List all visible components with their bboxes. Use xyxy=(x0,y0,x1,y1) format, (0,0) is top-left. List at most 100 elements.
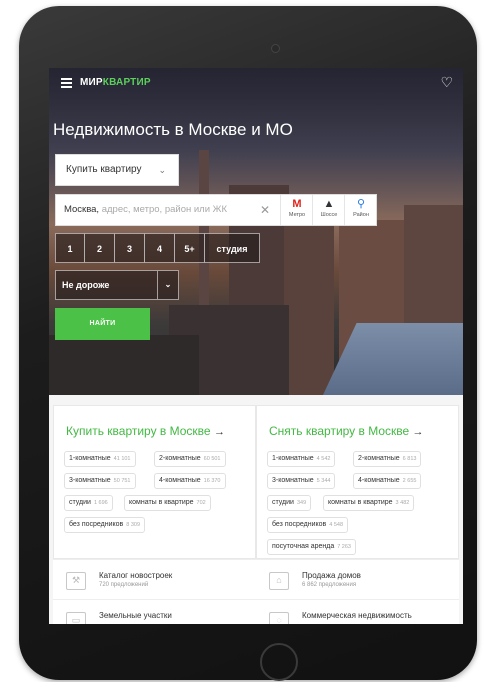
arrow-right-icon: → xyxy=(412,426,424,438)
room-option-studio[interactable]: студия xyxy=(204,233,260,263)
chip-label: студии xyxy=(272,499,294,506)
highway-icon: ▲ xyxy=(323,198,335,210)
room-option-1[interactable]: 1 xyxy=(55,233,85,263)
rent-chip-no-agents[interactable]: без посредников 4 548 xyxy=(267,517,349,533)
chip-count: 349 xyxy=(296,500,307,506)
rent-card-title[interactable]: Снять квартиру в Москве → xyxy=(269,424,424,438)
chip-label: 2-комнатные xyxy=(159,455,201,462)
chevron-down-icon: ⌄ xyxy=(158,165,166,175)
deal-type-select[interactable]: Купить квартиру ⌄ xyxy=(55,154,179,186)
rent-chip-rooms[interactable]: комнаты в квартире 3 482 xyxy=(323,495,415,511)
crane-icon: ⚒ xyxy=(66,572,86,590)
search-placeholder: адрес, метро, район или ЖК xyxy=(99,204,227,215)
chevron-down-icon: ⌄ xyxy=(157,271,178,299)
house-icon: ⌂ xyxy=(269,572,289,590)
chip-count: 50 751 xyxy=(113,478,131,484)
room-option-2[interactable]: 2 xyxy=(84,233,115,263)
deal-type-value: Купить квартиру xyxy=(66,164,142,175)
quick-links-section: Купить квартиру в Москве → 1-комнатные 41… xyxy=(49,395,463,624)
chip-label: 2-комнатные xyxy=(358,455,400,462)
rent-chip-4room[interactable]: 4-комнатные 2 655 xyxy=(353,473,422,489)
chip-label: 3-комнатные xyxy=(272,477,314,484)
home-button[interactable] xyxy=(260,643,298,681)
rent-card: Снять квартиру в Москве → 1-комнатные 4 5… xyxy=(256,405,459,559)
buy-chip-3room[interactable]: 3-комнатные 50 751 xyxy=(64,473,136,489)
chip-count: 8 309 xyxy=(126,522,141,528)
building-silhouette xyxy=(284,205,334,395)
chip-label: комнаты в квартире xyxy=(129,499,194,506)
metro-icon: M xyxy=(292,198,302,210)
link-title: Коммерческая недвижимость xyxy=(302,611,412,620)
chip-label: 1-комнатные xyxy=(69,455,111,462)
land-icon: ▭ xyxy=(66,612,86,624)
buy-card: Купить квартиру в Москве → 1-комнатные 41… xyxy=(53,405,256,559)
chip-label: без посредников xyxy=(272,521,327,528)
chip-count: 702 xyxy=(196,500,206,506)
rent-chip-3room[interactable]: 3-комнатные 5 344 xyxy=(267,473,336,489)
rooms-selector: 1 2 3 4 5+ студия xyxy=(55,233,260,263)
district-filter-button[interactable]: ⚲ Район xyxy=(344,195,377,225)
search-input[interactable]: Москва, адрес, метро, район или ЖК xyxy=(64,195,227,225)
chip-label: без посредников xyxy=(69,521,124,528)
search-box: Москва, адрес, метро, район или ЖК ✕ M М… xyxy=(55,194,377,226)
rent-chip-daily[interactable]: посуточная аренда 7 263 xyxy=(267,539,356,555)
link-subtitle: 6 862 предложения xyxy=(302,582,357,588)
buy-chip-4room[interactable]: 4-комнатные 16 370 xyxy=(154,473,226,489)
buy-chip-no-agents[interactable]: без посредников 8 309 xyxy=(64,517,146,533)
commercial-icon: ◌ xyxy=(269,612,289,624)
buy-card-title[interactable]: Купить квартиру в Москве → xyxy=(66,424,225,438)
chip-label: 3-комнатные xyxy=(69,477,111,484)
chip-count: 7 263 xyxy=(337,544,351,550)
metro-label: Метро xyxy=(288,212,306,218)
chip-label: 1-комнатные xyxy=(272,455,314,462)
chip-label: 4-комнатные xyxy=(358,477,400,484)
page-title: Недвижимость в Москве и МО xyxy=(53,120,293,139)
chip-count: 41 101 xyxy=(113,456,131,462)
screen: МИРКВАРТИР ♡ Недвижимость в Москве и МО … xyxy=(49,68,463,624)
highway-filter-button[interactable]: ▲ Шоссе xyxy=(312,195,345,225)
highway-label: Шоссе xyxy=(320,212,338,218)
chip-count: 3 482 xyxy=(395,500,410,506)
logo-part1: МИР xyxy=(80,77,103,88)
buy-chip-1room[interactable]: 1-комнатные 41 101 xyxy=(64,451,136,467)
search-city: Москва, xyxy=(64,204,100,215)
chip-count: 5 344 xyxy=(316,478,331,484)
logo[interactable]: МИРКВАРТИР xyxy=(80,77,151,88)
chip-label: студии xyxy=(69,499,91,506)
room-option-3[interactable]: 3 xyxy=(114,233,145,263)
link-commercial[interactable]: ◌ Коммерческая недвижимость xyxy=(256,599,459,624)
find-button[interactable]: НАЙТИ xyxy=(55,308,150,340)
chip-label: комнаты в квартире xyxy=(328,499,393,506)
district-label: Район xyxy=(353,212,369,218)
link-land-plots[interactable]: ▭ Земельные участки xyxy=(53,599,256,624)
menu-icon[interactable] xyxy=(61,78,72,88)
price-select[interactable]: Не дороже ⌄ xyxy=(55,270,179,300)
link-houses-sale[interactable]: ⌂ Продажа домов 6 862 предложения xyxy=(256,559,459,599)
rent-chip-1room[interactable]: 1-комнатные 4 542 xyxy=(267,451,336,467)
rent-title-text: Снять квартиру в Москве xyxy=(269,424,410,438)
favorites-heart-icon[interactable]: ♡ xyxy=(440,74,453,91)
buy-chip-2room[interactable]: 2-комнатные 60 501 xyxy=(154,451,226,467)
buy-chip-rooms[interactable]: комнаты в квартире 702 xyxy=(124,495,211,511)
rent-chip-2room[interactable]: 2-комнатные 6 813 xyxy=(353,451,422,467)
price-value: Не дороже xyxy=(62,280,110,290)
top-bar: МИРКВАРТИР ♡ xyxy=(49,68,463,100)
room-option-5plus[interactable]: 5+ xyxy=(174,233,205,263)
link-subtitle: 720 предложений xyxy=(99,582,149,588)
camera-icon xyxy=(271,44,280,53)
clear-icon[interactable]: ✕ xyxy=(260,195,270,225)
rent-chip-studio[interactable]: студии 349 xyxy=(267,495,312,511)
room-option-4[interactable]: 4 xyxy=(144,233,175,263)
chip-count: 1 696 xyxy=(93,500,108,506)
link-title: Продажа домов xyxy=(302,571,361,580)
chip-count: 4 542 xyxy=(316,456,331,462)
metro-filter-button[interactable]: M Метро xyxy=(280,195,313,225)
chip-label: посуточная аренда xyxy=(272,543,335,550)
building-silhouette xyxy=(49,335,199,395)
link-new-buildings[interactable]: ⚒ Каталог новостроек 720 предложений xyxy=(53,559,256,599)
arrow-right-icon: → xyxy=(213,426,225,438)
buy-chip-studio[interactable]: студии 1 696 xyxy=(64,495,113,511)
chip-count: 16 370 xyxy=(203,478,221,484)
link-title: Земельные участки xyxy=(99,611,172,620)
link-title: Каталог новостроек xyxy=(99,571,173,580)
